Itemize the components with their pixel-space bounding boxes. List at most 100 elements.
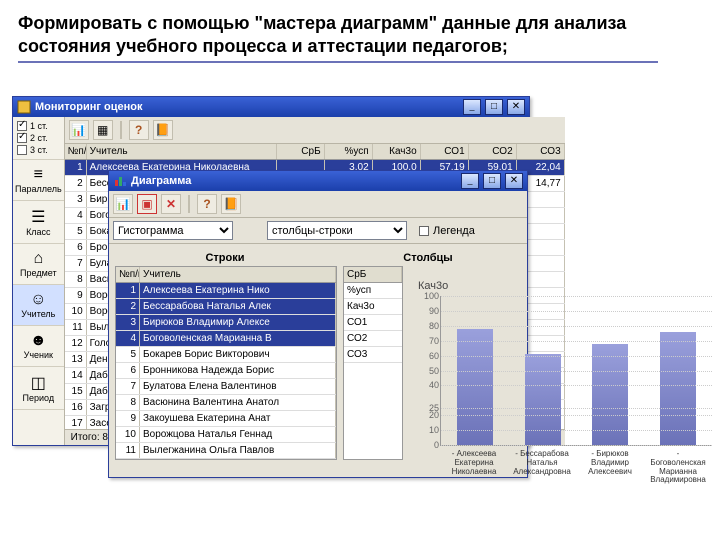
col-kach[interactable]: Кач3о xyxy=(373,144,421,159)
tool-help-icon[interactable]: ? xyxy=(197,194,217,214)
list-item[interactable]: 4Боговоленская Марианна В xyxy=(116,331,336,347)
sidebar-item-label: Период xyxy=(23,393,55,403)
tool-book-icon[interactable]: 📙 xyxy=(221,194,241,214)
tool-chart-icon[interactable]: 📊 xyxy=(69,120,89,140)
checkbox-icon xyxy=(17,133,27,143)
sidebar-steps: 1 ст. 2 ст. 3 ст. xyxy=(13,117,64,160)
cols-grid[interactable]: СрБ %успКач3оСО1СО2СО3 xyxy=(343,266,403,460)
list-item[interactable]: 8Васюнина Валентина Анатол xyxy=(116,395,336,411)
checkbox-icon xyxy=(17,121,27,131)
diagram-titlebar[interactable]: Диаграмма _ □ ✕ xyxy=(109,171,527,191)
x-tick-label: - Боговоленская Марианна Владимировна xyxy=(648,450,708,485)
checkbox-icon xyxy=(17,145,27,155)
col-so2[interactable]: СО2 xyxy=(469,144,517,159)
step-label: 2 ст. xyxy=(30,133,48,143)
monitoring-title: Мониторинг оценок xyxy=(35,101,142,113)
list-item[interactable]: СО3 xyxy=(344,347,402,363)
col-teacher[interactable]: Учитель xyxy=(87,144,277,159)
maximize-button[interactable]: □ xyxy=(485,99,503,115)
sidebar: 1 ст. 2 ст. 3 ст. ≡Параллель ☰Класс ⌂Пре… xyxy=(13,117,65,445)
sidebar-item-label: Параллель xyxy=(15,184,62,194)
close-button[interactable]: ✕ xyxy=(507,99,525,115)
step-label: 1 ст. xyxy=(30,121,48,131)
col-srb[interactable]: СрБ xyxy=(344,267,402,282)
diagram-toolbar: 📊 ▣ ✕ ? 📙 xyxy=(109,191,527,218)
list-item[interactable]: 2Бессарабова Наталья Алек xyxy=(116,299,336,315)
app-icon xyxy=(17,100,31,114)
minimize-button[interactable]: _ xyxy=(463,99,481,115)
toolbar-separator xyxy=(120,121,122,139)
list-item[interactable]: Кач3о xyxy=(344,299,402,315)
rows-header: Строки xyxy=(115,252,335,264)
x-tick-label: - Бирюков Владимир Алексеевич xyxy=(580,450,640,485)
sidebar-item-label: Класс xyxy=(26,227,51,237)
sidebar-item-label: Ученик xyxy=(24,350,53,360)
sidebar-item-class[interactable]: ☰Класс xyxy=(13,201,64,244)
sidebar-item-period[interactable]: ◫Период xyxy=(13,367,64,410)
period-icon: ◫ xyxy=(15,373,62,393)
sidebar-item-label: Предмет xyxy=(20,268,57,278)
teacher-icon: ☺ xyxy=(15,291,62,309)
x-tick-label: - Бессарабова Наталья Александровна xyxy=(512,450,572,485)
x-tick-label: - Алексеева Екатерина Николаевна xyxy=(444,450,504,485)
list-item[interactable]: 7Булатова Елена Валентинов xyxy=(116,379,336,395)
parallel-icon: ≡ xyxy=(15,166,62,184)
title-rule xyxy=(18,61,658,63)
diagram-toolbar-2: Гистограмма столбцы-строки Легенда xyxy=(109,218,527,244)
tool-close-icon[interactable]: ✕ xyxy=(161,194,181,214)
maximize-button[interactable]: □ xyxy=(483,173,501,189)
list-item[interactable]: СО2 xyxy=(344,331,402,347)
tool-red-icon[interactable]: ▣ xyxy=(137,194,157,214)
list-item[interactable]: 3Бирюков Владимир Алексе xyxy=(116,315,336,331)
chart-bar xyxy=(457,329,493,445)
bar-chart: Кач3о 0102025405060708090100 - Алексеева… xyxy=(418,280,712,516)
tool-table-icon[interactable]: ▦ xyxy=(93,120,113,140)
chart-bar xyxy=(660,332,696,445)
sidebar-item-parallel[interactable]: ≡Параллель xyxy=(13,160,64,201)
list-item[interactable]: 6Бронникова Надежда Борис xyxy=(116,363,336,379)
chart-plot: 0102025405060708090100 xyxy=(440,296,712,446)
layout-select[interactable]: столбцы-строки xyxy=(267,221,407,240)
rows-grid[interactable]: №п/п Учитель 1Алексеева Екатерина Нико2Б… xyxy=(115,266,337,460)
diagram-title: Диаграмма xyxy=(131,175,191,187)
col-teacher[interactable]: Учитель xyxy=(140,267,336,282)
list-item[interactable]: 1Алексеева Екатерина Нико xyxy=(116,283,336,299)
class-icon: ☰ xyxy=(15,207,62,227)
student-icon: ☻ xyxy=(15,332,62,350)
minimize-button[interactable]: _ xyxy=(461,173,479,189)
sidebar-item-subject[interactable]: ⌂Предмет xyxy=(13,244,64,285)
list-item[interactable]: 5Бокарев Борис Викторович xyxy=(116,347,336,363)
step-label: 3 ст. xyxy=(30,145,48,155)
list-item[interactable]: %усп xyxy=(344,283,402,299)
list-item[interactable]: 10Ворожцова Наталья Геннад xyxy=(116,427,336,443)
tool-book-icon[interactable]: 📙 xyxy=(153,120,173,140)
sidebar-item-student[interactable]: ☻Ученик xyxy=(13,326,64,367)
list-item[interactable]: 9Закоушева Екатерина Анат xyxy=(116,411,336,427)
close-button[interactable]: ✕ xyxy=(505,173,523,189)
cols-header: Столбцы xyxy=(335,252,521,264)
col-usp[interactable]: %усп xyxy=(325,144,373,159)
step-2[interactable]: 2 ст. xyxy=(15,132,62,144)
chart-title: Кач3о xyxy=(418,280,712,292)
slide-title: Формировать с помощью "мастера диаграмм"… xyxy=(0,0,720,61)
step-3[interactable]: 3 ст. xyxy=(15,144,62,156)
chart-icon xyxy=(113,174,127,188)
col-num[interactable]: №п/п xyxy=(65,144,87,159)
chart-bar xyxy=(525,354,561,445)
list-item[interactable]: СО1 xyxy=(344,315,402,331)
col-srb[interactable]: СрБ xyxy=(277,144,325,159)
monitoring-titlebar[interactable]: Мониторинг оценок _ □ ✕ xyxy=(13,97,529,117)
monitoring-toolbar: 📊 ▦ ? 📙 xyxy=(65,117,565,144)
col-so3[interactable]: СО3 xyxy=(517,144,565,159)
col-so1[interactable]: СО1 xyxy=(421,144,469,159)
sidebar-item-label: Учитель xyxy=(21,309,55,319)
tool-help-icon[interactable]: ? xyxy=(129,120,149,140)
sidebar-item-teacher[interactable]: ☺Учитель xyxy=(13,285,64,326)
col-num[interactable]: №п/п xyxy=(116,267,140,282)
chart-type-select[interactable]: Гистограмма xyxy=(113,221,233,240)
list-item[interactable]: 11Вылегжанина Ольга Павлов xyxy=(116,443,336,459)
legend-label: Легенда xyxy=(433,225,475,237)
legend-checkbox[interactable]: Легенда xyxy=(419,225,475,237)
tool-chart-icon[interactable]: 📊 xyxy=(113,194,133,214)
toolbar-separator xyxy=(188,195,190,213)
